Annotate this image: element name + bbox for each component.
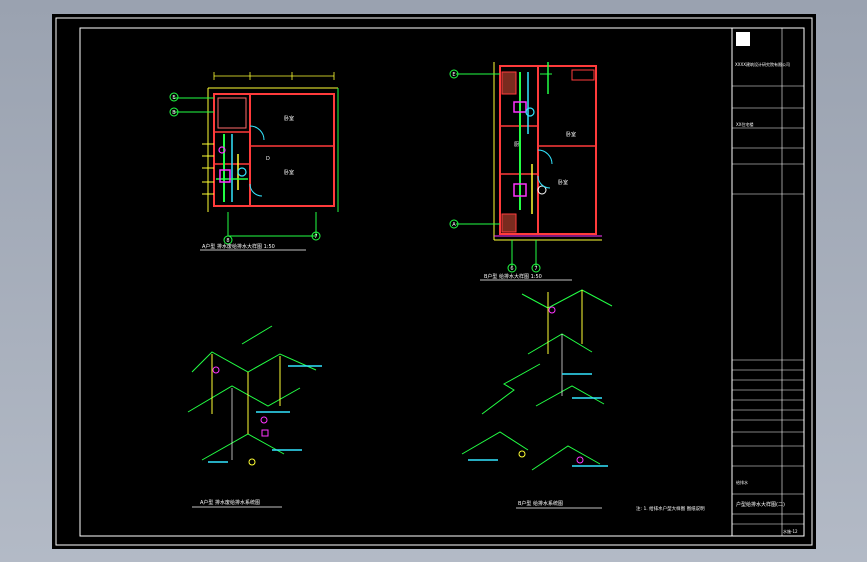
plan-left-axis-7: 7 — [314, 234, 317, 240]
iso-left: A户型 排水废给排水系统图 — [187, 325, 322, 508]
drawing-canvas[interactable]: E B 8 7 卧室 卧室 D A户型 排水废给排水大样图 1:50 E A 6… — [52, 14, 816, 549]
plan-left-room-2: 卧室 — [284, 169, 294, 176]
plan-right-axis-6: 6 — [510, 266, 513, 272]
plan-right-room-1: 卧室 — [566, 131, 576, 138]
plan-left-axis-e: E — [172, 95, 175, 101]
plan-left-room-1: 卧室 — [284, 115, 294, 122]
plan-left-axis-b: B — [172, 110, 176, 116]
plan-right: E A 6 7 卧室 厨 卧室 B户型 给排水大样图 1:50 — [449, 62, 602, 281]
drawing-title: 户型给排水大样图(二) — [736, 501, 785, 508]
drawing-sheet[interactable]: E B 8 7 卧室 卧室 D A户型 排水废给排水大样图 1:50 E A 6… — [52, 14, 816, 549]
project-name: XX住宅楼 — [736, 121, 753, 127]
plan-right-axis-e: E — [452, 72, 455, 78]
sheet-number: 水施-12 — [783, 528, 798, 534]
iso-right: B户型 给排水系统图 注: 1. 给排水户型大样图 图纸说明 — [461, 289, 705, 512]
company-name: XXXX建筑设计研究院有限公司 — [735, 61, 790, 67]
plan-left: E B 8 7 卧室 卧室 D A户型 排水废给排水大样图 1:50 — [169, 72, 339, 251]
plan-right-room-2: 厨 — [514, 142, 519, 148]
note-bottom: 注: 1. 给排水户型大样图 图纸说明 — [636, 505, 705, 512]
iso-left-caption: A户型 排水废给排水系统图 — [200, 499, 260, 506]
sheet-label: 给排水 — [736, 479, 748, 485]
plan-right-axis-7: 7 — [534, 266, 537, 272]
company-logo — [736, 32, 750, 46]
inner-border — [79, 27, 805, 537]
plan-left-room-3: D — [266, 156, 270, 162]
viewport: E B 8 7 卧室 卧室 D A户型 排水废给排水大样图 1:50 E A 6… — [0, 0, 867, 562]
iso-right-caption: B户型 给排水系统图 — [518, 500, 563, 507]
title-block: XXXX建筑设计研究院有限公司 XX住宅楼 给排水 户型给排水大样图(二) 水施… — [731, 27, 805, 537]
plan-left-caption: A户型 排水废给排水大样图 1:50 — [202, 243, 275, 250]
outer-border — [55, 17, 813, 546]
plan-right-caption: B户型 给排水大样图 1:50 — [484, 273, 542, 280]
plan-right-axis-a: A — [452, 222, 456, 228]
plan-right-room-3: 卧室 — [558, 179, 568, 186]
